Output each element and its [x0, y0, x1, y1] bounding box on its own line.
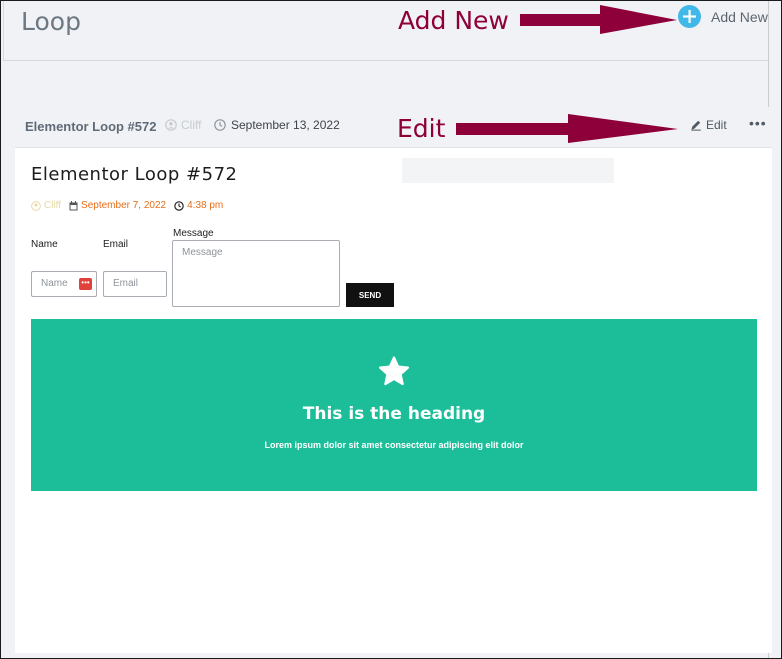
calendar-icon [69, 200, 78, 210]
post-date-text: September 7, 2022 [81, 200, 167, 211]
annotation-add-new: Add New [398, 6, 509, 35]
card-author: Cliff [165, 118, 201, 132]
annotation-arrow-icon [520, 5, 677, 34]
divider [3, 1, 4, 61]
email-placeholder: Email [113, 278, 139, 289]
add-new-label: Add New [711, 8, 768, 25]
add-new-button[interactable]: Add New [678, 5, 768, 28]
send-button[interactable]: SEND [346, 283, 394, 307]
message-label: Message [173, 228, 214, 239]
message-placeholder: Message [182, 247, 223, 258]
clock-icon [214, 119, 226, 131]
card-date-text: September 13, 2022 [231, 118, 340, 132]
email-field[interactable]: Email [103, 271, 167, 297]
pencil-icon [691, 120, 701, 131]
card-date: September 13, 2022 [214, 118, 340, 132]
more-options-button[interactable]: ••• [749, 115, 767, 131]
edit-button[interactable]: Edit [690, 118, 727, 132]
post-meta: Cliff September 7, 2022 4:38 pm [31, 200, 223, 211]
user-icon [31, 200, 41, 211]
name-field[interactable]: Name ••• [31, 271, 97, 297]
post-author-name: Cliff [44, 200, 62, 211]
star-icon [378, 356, 410, 386]
edit-label: Edit [706, 118, 727, 132]
card-author-name: Cliff [181, 118, 202, 132]
message-textarea[interactable]: Message [172, 240, 340, 307]
divider [3, 60, 768, 61]
name-placeholder: Name [41, 278, 68, 289]
post-title: Elementor Loop #572 [31, 164, 238, 185]
hero-heading: This is the heading [302, 404, 486, 424]
app-frame: Loop Add New Add New Elementor Loop #572… [0, 0, 782, 659]
post-author: Cliff [31, 200, 61, 211]
plus-circle-icon [678, 5, 701, 28]
loop-item-card: Elementor Loop #572 Cliff September 13, … [15, 107, 772, 653]
clock-icon [174, 200, 184, 211]
post-time-text: 4:38 pm [187, 200, 224, 211]
annotation-arrow-icon [456, 114, 678, 143]
header-overlay [402, 158, 614, 183]
post-time: 4:38 pm [174, 200, 223, 211]
user-icon [165, 119, 177, 131]
post-date: September 7, 2022 [69, 200, 166, 211]
loop-preview: Elementor Loop #572 Cliff September 7, 2… [25, 158, 762, 643]
name-label: Name [31, 239, 58, 250]
hero-text: Lorem ipsum dolor sit amet consectetur a… [264, 440, 524, 450]
page-title: Loop [21, 7, 81, 36]
email-label: Email [103, 239, 129, 250]
annotation-edit: Edit [397, 114, 446, 143]
card-title: Elementor Loop #572 [25, 119, 157, 134]
hero-section: This is the heading Lorem ipsum dolor si… [31, 319, 757, 491]
autofill-icon: ••• [79, 278, 92, 290]
